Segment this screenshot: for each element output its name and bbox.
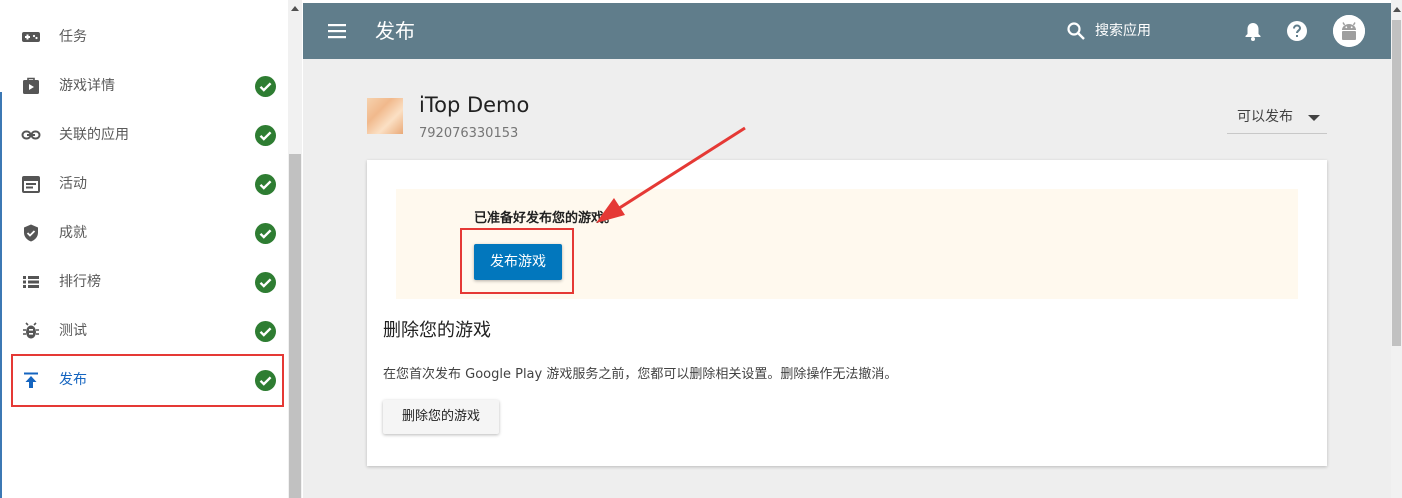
check-circle-icon xyxy=(255,174,276,195)
annotation-highlight-button xyxy=(460,228,574,294)
main-scrollbar[interactable] xyxy=(1391,0,1402,498)
check-circle-icon xyxy=(255,223,276,244)
sidebar-item-linked-apps[interactable]: 关联的应用 xyxy=(0,111,288,160)
link-icon xyxy=(21,125,41,145)
sidebar-scrollbar[interactable] xyxy=(288,0,302,498)
sidebar-item-achievements[interactable]: 成就 xyxy=(0,209,288,258)
sidebar-item-label: 任务 xyxy=(59,29,87,45)
sidebar-item-leaderboards[interactable]: 排行榜 xyxy=(0,258,288,307)
status-value: 可以发布 xyxy=(1237,109,1293,125)
bug-icon xyxy=(21,321,41,341)
main-content: iTop Demo 792076330153 可以发布 已准备好发布您的游戏。 … xyxy=(303,59,1391,498)
publish-card: 已准备好发布您的游戏。 发布游戏 删除您的游戏 在您首次发布 Google Pl… xyxy=(367,160,1327,466)
scroll-up-arrow-icon[interactable] xyxy=(1393,7,1401,12)
event-icon xyxy=(21,174,41,194)
game-thumbnail xyxy=(367,98,403,134)
scrollbar-thumb[interactable] xyxy=(289,154,301,498)
search-icon[interactable] xyxy=(1066,21,1086,41)
help-icon[interactable] xyxy=(1286,20,1308,42)
scrollbar-thumb[interactable] xyxy=(1392,20,1401,346)
caret-down-icon xyxy=(1308,115,1320,121)
status-dropdown[interactable]: 可以发布 xyxy=(1227,102,1327,134)
sidebar-item-tasks[interactable]: 任务 xyxy=(0,13,288,62)
check-circle-icon xyxy=(255,125,276,146)
annotation-highlight-sidebar xyxy=(11,354,284,407)
delete-section-title: 删除您的游戏 xyxy=(383,320,491,341)
sidebar-item-label: 游戏详情 xyxy=(59,78,115,94)
check-circle-icon xyxy=(255,76,276,97)
delete-section-description: 在您首次发布 Google Play 游戏服务之前，您都可以删除相关设置。删除操… xyxy=(383,367,898,382)
check-circle-icon xyxy=(255,321,276,342)
sidebar-item-label: 活动 xyxy=(59,176,87,192)
game-id: 792076330153 xyxy=(419,126,519,141)
sidebar-item-game-details[interactable]: 游戏详情 xyxy=(0,62,288,111)
scroll-up-arrow-icon[interactable] xyxy=(291,6,299,11)
sidebar-item-testing[interactable]: 测试 xyxy=(0,307,288,356)
sidebar-item-label: 测试 xyxy=(59,323,87,339)
game-name: iTop Demo xyxy=(419,93,530,117)
ready-message: 已准备好发布您的游戏。 xyxy=(474,211,618,226)
gamepad-icon xyxy=(21,27,41,47)
app-header: 发布 搜索应用 xyxy=(303,3,1391,59)
menu-icon[interactable] xyxy=(327,21,347,41)
sidebar-nav: 任务 游戏详情 关联的应用 活动 成就 排行榜 测试 发布 xyxy=(0,0,300,498)
list-icon xyxy=(21,272,41,292)
sidebar-item-label: 排行榜 xyxy=(59,274,101,290)
check-circle-icon xyxy=(255,272,276,293)
sidebar-item-label: 关联的应用 xyxy=(59,127,129,143)
avatar-icon[interactable] xyxy=(1333,15,1365,47)
shield-check-icon xyxy=(21,223,41,243)
bell-icon[interactable] xyxy=(1242,20,1264,42)
page-title: 发布 xyxy=(375,19,415,43)
delete-game-button[interactable]: 删除您的游戏 xyxy=(383,400,499,434)
sidebar-item-events[interactable]: 活动 xyxy=(0,160,288,209)
play-store-icon xyxy=(21,76,41,96)
search-apps-label[interactable]: 搜索应用 xyxy=(1095,22,1151,40)
ready-to-publish-panel: 已准备好发布您的游戏。 发布游戏 xyxy=(396,189,1298,299)
sidebar-item-label: 成就 xyxy=(59,225,87,241)
